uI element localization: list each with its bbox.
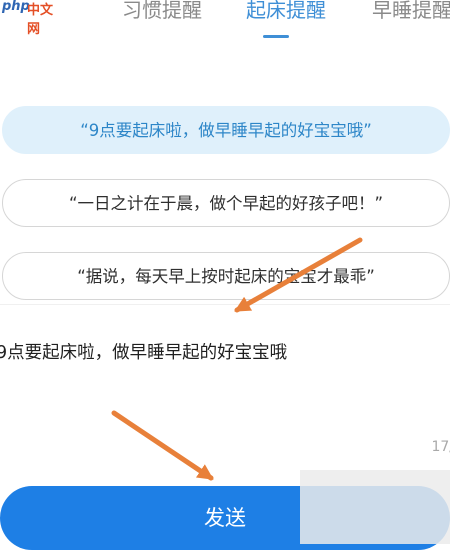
logo-text-php: php: [2, 0, 30, 14]
suggestion-chip[interactable]: “一日之计在于晨，做个早起的好孩子吧！”: [2, 179, 450, 227]
suggestion-chip[interactable]: “据说，每天早上按时起床的宝宝才最乖”: [2, 252, 450, 300]
watermark-logo: php 中文网: [0, 0, 64, 37]
watermark-overlay: [300, 470, 450, 544]
top-tab-bar: 习惯提醒 起床提醒 早睡提醒: [0, 0, 450, 46]
message-input-text[interactable]: 9点要起床啦，做早睡早起的好宝宝哦: [0, 339, 287, 364]
logo-text-cn: 中文网: [27, 3, 54, 37]
suggestion-chip-selected[interactable]: “9点要起床啦，做早睡早起的好宝宝哦”: [2, 106, 450, 154]
tab-habit-reminder[interactable]: 习惯提醒: [122, 0, 202, 24]
suggestion-list: “9点要起床啦，做早睡早起的好宝宝哦” “一日之计在于晨，做个早起的好孩子吧！”…: [0, 46, 450, 300]
tab-wake-reminder[interactable]: 起床提醒: [246, 0, 326, 24]
tab-sleep-reminder[interactable]: 早睡提醒: [372, 0, 450, 24]
active-tab-indicator: [263, 35, 289, 38]
message-input-area[interactable]: 9点要起床啦，做早睡早起的好宝宝哦 17/: [0, 304, 450, 469]
character-counter: 17/: [431, 439, 450, 455]
